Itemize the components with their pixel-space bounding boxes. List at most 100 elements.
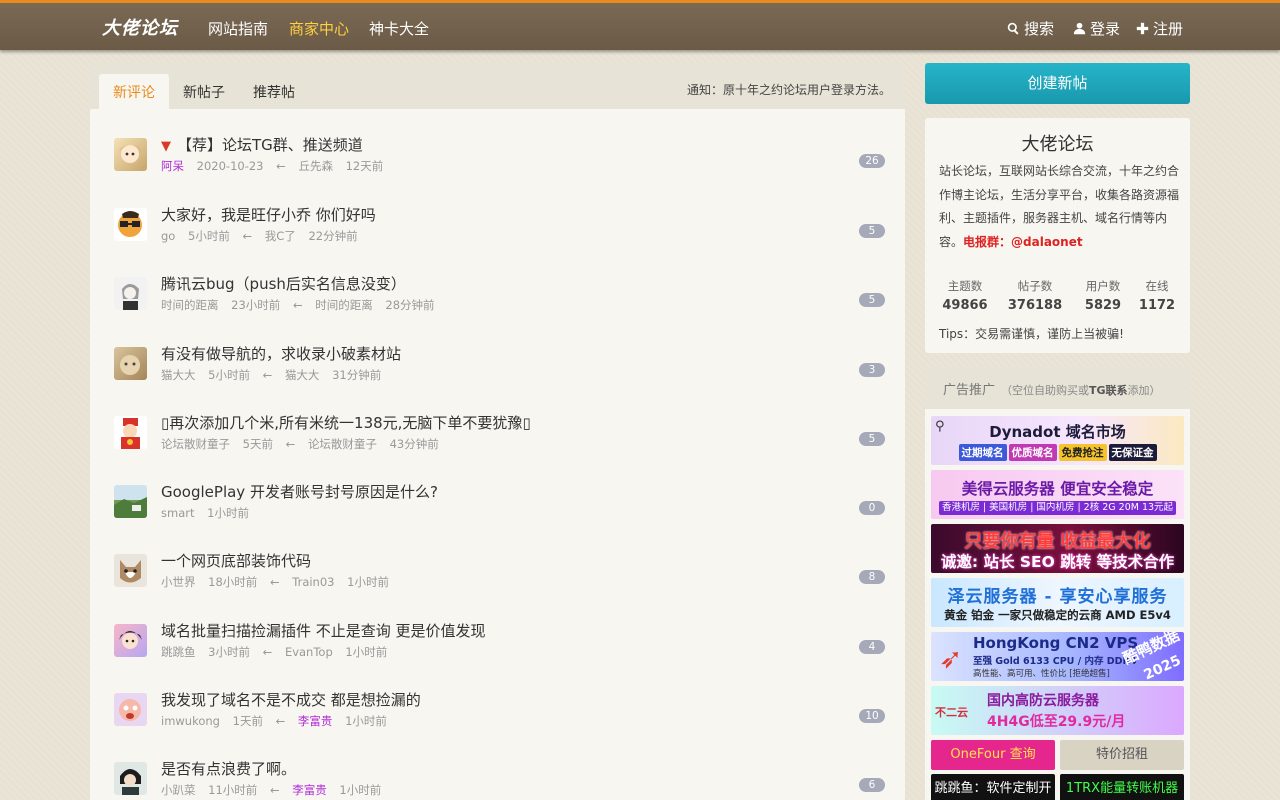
thread-title[interactable]: 腾讯云bug（push后实名信息没变） bbox=[161, 273, 406, 294]
author-link[interactable]: smart bbox=[161, 506, 194, 520]
thread-title[interactable]: GooglePlay 开发者账号封号原因是什么? bbox=[161, 481, 438, 502]
thread-title[interactable]: 一个网页底部装饰代码 bbox=[161, 550, 311, 571]
avatar[interactable] bbox=[114, 485, 147, 518]
author-link[interactable]: 阿呆 bbox=[161, 159, 184, 173]
avatar[interactable] bbox=[114, 416, 147, 449]
avatar[interactable] bbox=[114, 624, 147, 657]
post-time: 5天前 bbox=[242, 437, 273, 451]
last-reply-user[interactable]: 丘先森 bbox=[298, 159, 333, 173]
avatar[interactable] bbox=[114, 347, 147, 380]
ad-panel: 广告推广 （空位自助购买或TG联系添加） ⚲ Dynadot 域名市场 过期域名优… bbox=[925, 367, 1190, 800]
thread-row: ▯再次添加几个米,所有米统一138元,无脑下单不要犹豫▯ 论坛散财童子 5天前 … bbox=[114, 414, 885, 476]
last-reply-user[interactable]: 猫大大 bbox=[285, 368, 320, 382]
telegram-group-link[interactable]: 电报群：@dalaonet bbox=[963, 235, 1083, 249]
ad-banner-zeyun[interactable]: 泽云服务器 - 享安心享服务 黄金 铂金 一家只做稳定的云商 AMD E5v4 bbox=[931, 578, 1184, 627]
thread-title[interactable]: 有没有做导航的，求收录小破素材站 bbox=[161, 343, 401, 364]
thread-row: 是否有点浪费了啊。 小趴菜 11小时前 ← 李富贵 1小时前 6 bbox=[114, 760, 885, 800]
register-button[interactable]: 注册 bbox=[1136, 18, 1183, 39]
stat-posts: 帖子数 376188 bbox=[1007, 278, 1063, 313]
ad-banner-kuya[interactable]: ➶ HongKong CN2 VPS 至强 Gold 6133 CPU / 内存… bbox=[931, 632, 1184, 681]
thread-title-text: 再次添加几个米,所有米统一138元,无脑下单不要犹豫 bbox=[169, 414, 523, 432]
post-time: 3小时前 bbox=[208, 645, 250, 659]
thread-meta: 跳跳鱼 3小时前 ← EvanTop 1小时前 bbox=[161, 644, 396, 660]
last-reply-user[interactable]: 李富贵 bbox=[298, 714, 333, 728]
author-link[interactable]: go bbox=[161, 229, 175, 243]
stat-label: 用户数 bbox=[1085, 279, 1121, 293]
reply-arrow-icon: ← bbox=[269, 575, 280, 589]
author-link[interactable]: 小趴菜 bbox=[161, 783, 196, 797]
author-link[interactable]: 时间的距离 bbox=[161, 298, 219, 312]
reply-arrow-icon: ← bbox=[242, 229, 253, 243]
stat-value: 376188 bbox=[1007, 298, 1063, 313]
search-icon bbox=[1007, 22, 1019, 35]
thread-title[interactable]: 域名批量扫描捡漏插件 不止是查询 更是价值发现 bbox=[161, 620, 486, 641]
post-time: 5小时前 bbox=[208, 368, 250, 382]
login-button[interactable]: 登录 bbox=[1073, 18, 1120, 39]
ad-banner-meideyun[interactable]: 美得云服务器 便宜安全稳定 香港机房 | 美国机房 | 国内机房 | 2核 2G… bbox=[931, 470, 1184, 519]
author-link[interactable]: 小世界 bbox=[161, 575, 196, 589]
reply-count-badge: 0 bbox=[859, 501, 885, 515]
thread-title[interactable]: ▯再次添加几个米,所有米统一138元,无脑下单不要犹豫▯ bbox=[161, 412, 531, 433]
thread-title[interactable]: 是否有点浪费了啊。 bbox=[161, 758, 296, 779]
notice-link[interactable]: 通知：原十年之约论坛用户登录方法。 bbox=[687, 81, 891, 98]
create-thread-button[interactable]: 创建新帖 bbox=[925, 63, 1190, 104]
last-reply-user[interactable]: Train03 bbox=[292, 575, 334, 589]
last-reply-user[interactable]: 论坛散财童子 bbox=[308, 437, 377, 451]
ad-note[interactable]: （空位自助购买或TG联系添加） bbox=[1001, 384, 1161, 397]
top-nav: 大佬论坛 网站指南 商家中心 神卡大全 搜索 登录 注册 bbox=[0, 0, 1280, 50]
plus-icon bbox=[1136, 22, 1149, 35]
author-link[interactable]: 猫大大 bbox=[161, 368, 196, 382]
avatar[interactable] bbox=[114, 762, 147, 795]
stat-label: 在线 bbox=[1145, 279, 1169, 293]
ad-title: 广告推广 （空位自助购买或TG联系添加） bbox=[943, 379, 1161, 398]
post-time: 5小时前 bbox=[188, 229, 230, 243]
ad-banner-traffic[interactable]: 只要你有量 收益最大化 诚邀: 站长 SEO 跳转 等技术合作 bbox=[931, 524, 1184, 573]
author-link[interactable]: imwukong bbox=[161, 714, 220, 728]
thread-title[interactable]: 大家好，我是旺仔小乔 你们好吗 bbox=[161, 204, 376, 225]
ad-trx-bot[interactable]: 1TRX能量转账机器人 bbox=[1060, 774, 1184, 800]
ad-meideyun-title: 美得云服务器 便宜安全稳定 bbox=[961, 480, 1154, 498]
ad-dynadot-chips: 过期域名 优质域名 免费抢注 无保证金 bbox=[931, 444, 1184, 461]
ad-buer-line2: 4H4G低至29.9元/月 bbox=[987, 714, 1126, 730]
avatar[interactable] bbox=[114, 208, 147, 241]
ad-onefour-query[interactable]: OneFour 查询 bbox=[931, 740, 1055, 770]
tab-new-threads[interactable]: 新帖子 bbox=[169, 74, 239, 109]
stat-label: 主题数 bbox=[947, 279, 983, 293]
ad-note-pre: （空位自助购买或 bbox=[1001, 384, 1090, 397]
stat-value: 5829 bbox=[1084, 298, 1122, 313]
nav-link-merchant[interactable]: 商家中心 bbox=[289, 18, 349, 39]
reply-arrow-icon: ← bbox=[292, 298, 303, 312]
thread-row: 有没有做导航的，求收录小破素材站 猫大大 5小时前 ← 猫大大 31分钟前 3 bbox=[114, 345, 885, 407]
chip: 优质域名 bbox=[1008, 444, 1057, 461]
avatar[interactable] bbox=[114, 277, 147, 310]
ad-banner-buer[interactable]: 不二云 国内高防云服务器 4H4G低至29.9元/月 bbox=[931, 686, 1184, 735]
last-reply-time: 1小时前 bbox=[345, 645, 388, 659]
user-icon bbox=[1073, 22, 1086, 35]
nav-link-guide[interactable]: 网站指南 bbox=[208, 18, 268, 39]
thread-title[interactable]: 我发现了域名不是不成交 都是想捡漏的 bbox=[161, 689, 421, 710]
avatar[interactable] bbox=[114, 138, 147, 171]
last-reply-time: 22分钟前 bbox=[308, 229, 358, 243]
forum-description: 站长论坛，互联网站长综合交流，十年之约合作博主论坛，生活分享平台，收集各路资源福… bbox=[939, 160, 1181, 254]
last-reply-user[interactable]: 时间的距离 bbox=[315, 298, 373, 312]
nav-link-cards[interactable]: 神卡大全 bbox=[369, 18, 429, 39]
last-reply-user[interactable]: 李富贵 bbox=[292, 783, 327, 797]
avatar[interactable] bbox=[114, 554, 147, 587]
site-logo[interactable]: 大佬论坛 bbox=[102, 14, 178, 40]
thread-title[interactable]: ▼ 【荐】论坛TG群、推送频道 bbox=[161, 134, 363, 155]
ad-banner-dynadot[interactable]: ⚲ Dynadot 域名市场 过期域名 优质域名 免费抢注 无保证金 bbox=[931, 416, 1184, 465]
post-time: 1天前 bbox=[232, 714, 263, 728]
author-link[interactable]: 跳跳鱼 bbox=[161, 645, 196, 659]
search-button[interactable]: 搜索 bbox=[1007, 18, 1054, 39]
ad-tiaotiaoyu-dev[interactable]: 跳跳鱼：软件定制开发 bbox=[931, 774, 1055, 800]
last-reply-user[interactable]: 我C了 bbox=[265, 229, 296, 243]
avatar[interactable] bbox=[114, 693, 147, 726]
bracket-glyph: ▯ bbox=[522, 414, 531, 432]
stat-users: 用户数 5829 bbox=[1080, 278, 1126, 313]
stat-value: 1172 bbox=[1138, 298, 1176, 313]
last-reply-user[interactable]: EvanTop bbox=[285, 645, 333, 659]
author-link[interactable]: 论坛散财童子 bbox=[161, 437, 230, 451]
tab-recommended[interactable]: 推荐帖 bbox=[239, 74, 309, 109]
tab-new-comments[interactable]: 新评论 bbox=[99, 74, 169, 109]
ad-special-rent[interactable]: 特价招租 bbox=[1060, 740, 1184, 770]
